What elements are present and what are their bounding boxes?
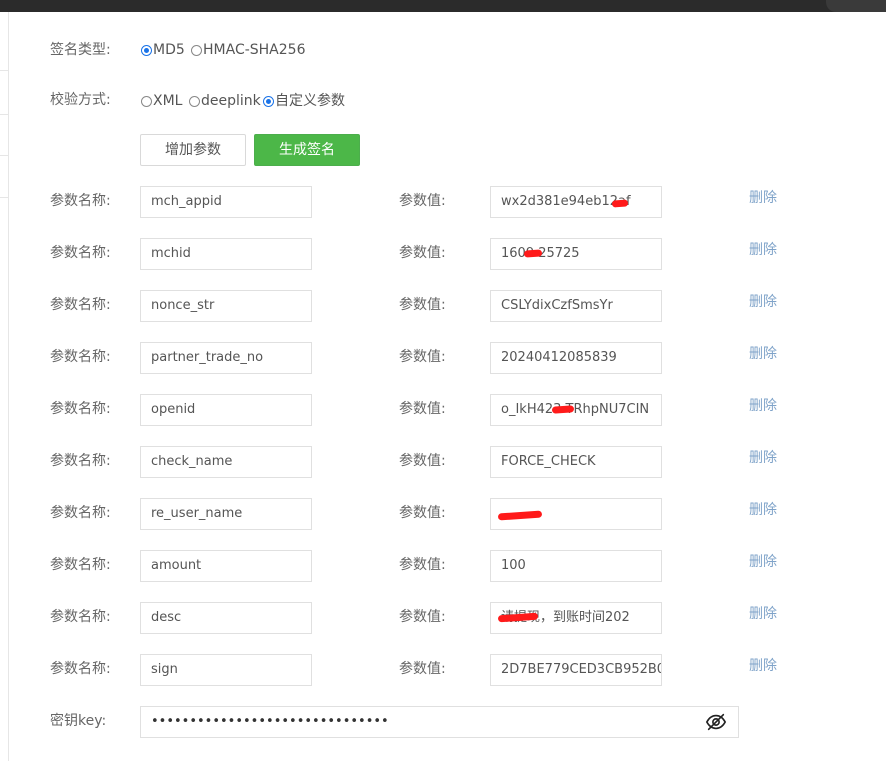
delete-param-link[interactable]: 删除	[749, 344, 777, 364]
redaction-mark	[523, 249, 543, 258]
param-name-input[interactable]: desc	[140, 602, 312, 634]
delete-param-link[interactable]: 删除	[749, 604, 777, 624]
param-name-label: 参数名称:	[50, 193, 111, 209]
param-value-label: 参数值:	[399, 453, 446, 469]
delete-param-link[interactable]: 删除	[749, 188, 777, 208]
verify-mode-deeplink-label: deeplink	[201, 93, 261, 109]
param-row: 参数名称: mch_appid 参数值: wx2d381e94eb12af 删除	[0, 186, 886, 218]
verify-mode-xml-label: XML	[153, 93, 183, 109]
param-value-input[interactable]: 2D7BE779CED3CB952B0	[490, 654, 662, 686]
signature-form: 签名类型: MD5 HMAC-SHA256 校验方式: XML deeplink…	[0, 0, 886, 761]
radio-unchecked-icon[interactable]	[191, 44, 202, 56]
param-name-label: 参数名称:	[50, 661, 111, 677]
param-value-label: 参数值:	[399, 245, 446, 261]
param-value-label: 参数值:	[399, 609, 446, 625]
param-row: 参数名称: partner_trade_no 参数值: 202404120858…	[0, 342, 886, 374]
param-name-label: 参数名称:	[50, 609, 111, 625]
secret-key-input[interactable]: •••••••••••••••••••••••••••••••	[140, 706, 739, 738]
delete-param-link[interactable]: 删除	[749, 448, 777, 468]
param-row: 参数名称: mchid 参数值: 1609 25725 删除	[0, 238, 886, 270]
param-value-input[interactable]: FORCE_CHECK	[490, 446, 662, 478]
param-value-label: 参数值:	[399, 193, 446, 209]
delete-param-link[interactable]: 删除	[749, 500, 777, 520]
redaction-mark	[611, 199, 629, 208]
param-name-input[interactable]: mchid	[140, 238, 312, 270]
param-value-input[interactable]: o_IkH423 TRhpNU7CIN	[490, 394, 662, 426]
param-row: 参数名称: nonce_str 参数值: CSLYdixCzfSmsYr 删除	[0, 290, 886, 322]
param-value-input[interactable]: 1609 25725	[490, 238, 662, 270]
param-row: 参数名称: sign 参数值: 2D7BE779CED3CB952B0 删除	[0, 654, 886, 686]
param-row: 参数名称: openid 参数值: o_IkH423 TRhpNU7CIN 删除	[0, 394, 886, 426]
param-name-input[interactable]: mch_appid	[140, 186, 312, 218]
radio-checked-icon[interactable]	[141, 44, 152, 56]
param-value-label: 参数值:	[399, 505, 446, 521]
verify-mode-label: 校验方式:	[50, 92, 111, 108]
sign-type-md5-option[interactable]: MD5	[141, 40, 185, 60]
eye-slash-icon[interactable]	[705, 711, 727, 733]
delete-param-link[interactable]: 删除	[749, 240, 777, 260]
param-value-label: 参数值:	[399, 661, 446, 677]
param-name-input[interactable]: sign	[140, 654, 312, 686]
param-name-label: 参数名称:	[50, 453, 111, 469]
param-name-input[interactable]: re_user_name	[140, 498, 312, 530]
delete-param-link[interactable]: 删除	[749, 396, 777, 416]
param-name-label: 参数名称:	[50, 505, 111, 521]
secret-key-label: 密钥key:	[50, 713, 107, 729]
sign-type-md5-label: MD5	[153, 42, 185, 58]
param-value-label: 参数值:	[399, 349, 446, 365]
radio-checked-icon[interactable]	[263, 95, 274, 107]
verify-mode-deeplink-option[interactable]: deeplink	[189, 91, 261, 111]
delete-param-link[interactable]: 删除	[749, 552, 777, 572]
param-name-input[interactable]: partner_trade_no	[140, 342, 312, 374]
param-name-label: 参数名称:	[50, 245, 111, 261]
param-name-input[interactable]: amount	[140, 550, 312, 582]
param-name-label: 参数名称:	[50, 557, 111, 573]
param-row: 参数名称: amount 参数值: 100 删除	[0, 550, 886, 582]
param-row: 参数名称: desc 参数值: 请提现，到账时间202 删除	[0, 602, 886, 634]
param-name-input[interactable]: check_name	[140, 446, 312, 478]
param-name-input[interactable]: openid	[140, 394, 312, 426]
delete-param-link[interactable]: 删除	[749, 292, 777, 312]
verify-mode-custom-label: 自定义参数	[275, 93, 345, 109]
radio-unchecked-icon[interactable]	[189, 95, 200, 107]
param-name-label: 参数名称:	[50, 349, 111, 365]
param-name-label: 参数名称:	[50, 297, 111, 313]
param-row: 参数名称: re_user_name 参数值: 删除	[0, 498, 886, 530]
param-value-input[interactable]: wx2d381e94eb12af	[490, 186, 662, 218]
param-value-label: 参数值:	[399, 401, 446, 417]
sign-type-hmac-option[interactable]: HMAC-SHA256	[191, 40, 305, 60]
param-value-input[interactable]: CSLYdixCzfSmsYr	[490, 290, 662, 322]
radio-unchecked-icon[interactable]	[141, 95, 152, 107]
secret-key-row: 密钥key: •••••••••••••••••••••••••••••••	[0, 706, 886, 738]
param-value-label: 参数值:	[399, 297, 446, 313]
param-name-input[interactable]: nonce_str	[140, 290, 312, 322]
sign-type-hmac-label: HMAC-SHA256	[203, 42, 306, 58]
param-value-label: 参数值:	[399, 557, 446, 573]
verify-mode-custom-option[interactable]: 自定义参数	[263, 91, 345, 111]
delete-param-link[interactable]: 删除	[749, 656, 777, 676]
param-row: 参数名称: check_name 参数值: FORCE_CHECK 删除	[0, 446, 886, 478]
param-name-label: 参数名称:	[50, 401, 111, 417]
add-param-button[interactable]: 增加参数	[140, 134, 246, 166]
param-value-input[interactable]: 100	[490, 550, 662, 582]
generate-sign-button[interactable]: 生成签名	[254, 134, 360, 166]
sign-type-label: 签名类型:	[50, 42, 111, 58]
verify-mode-xml-option[interactable]: XML	[141, 91, 182, 111]
param-value-input[interactable]: 20240412085839	[490, 342, 662, 374]
